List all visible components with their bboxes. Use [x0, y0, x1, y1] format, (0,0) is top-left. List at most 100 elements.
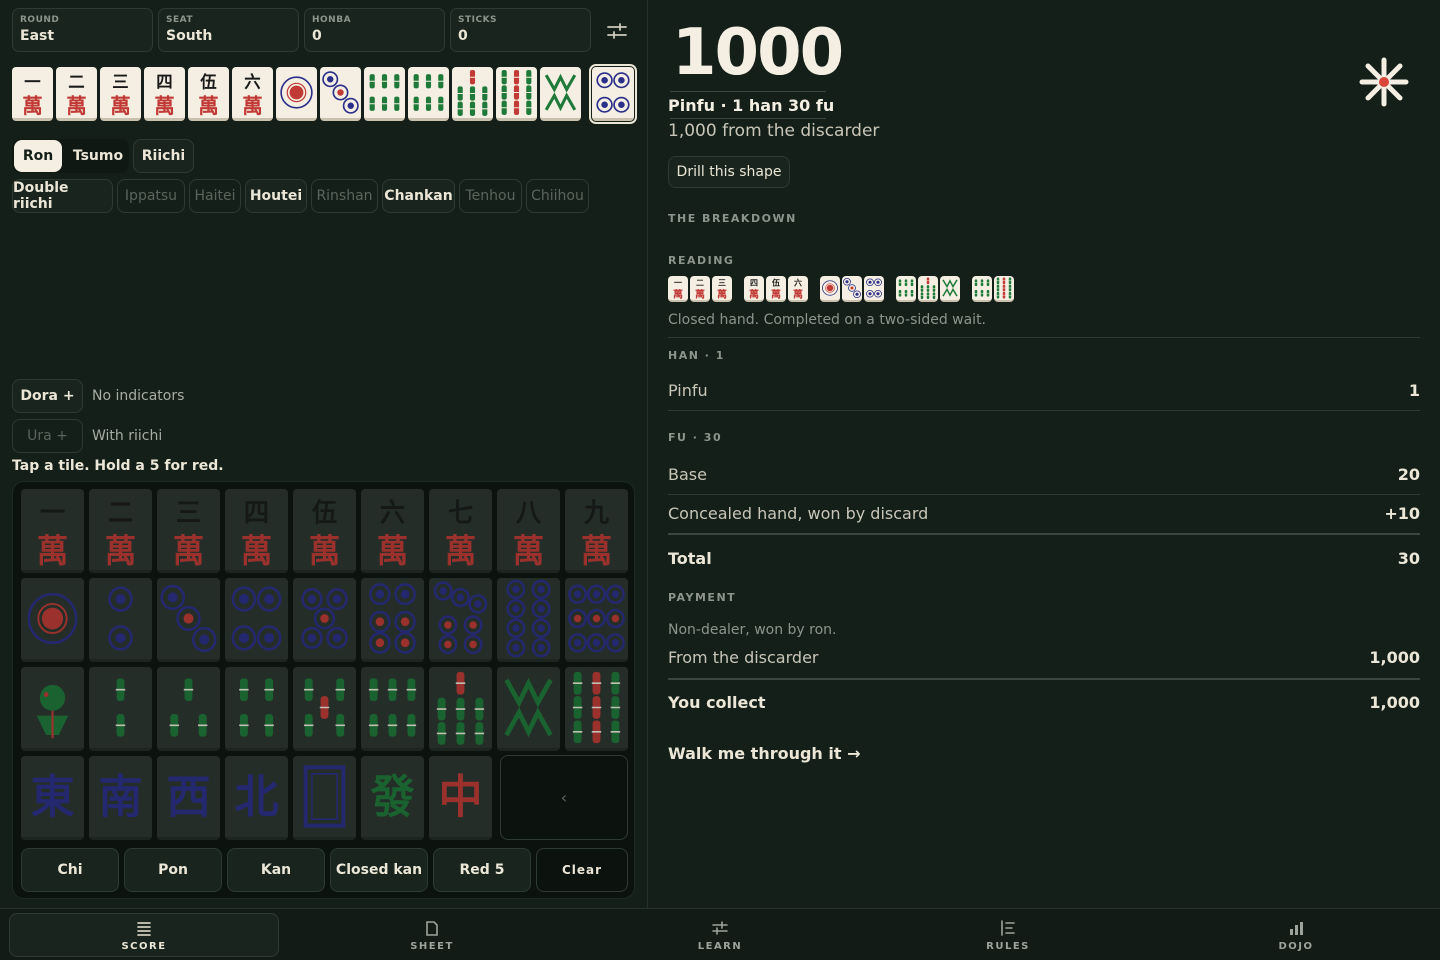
walkthrough-link[interactable]: Walk me through it → [668, 744, 861, 763]
yaku-toggle[interactable]: Chiihou [526, 179, 589, 213]
yaku-toggle[interactable]: Tenhou [459, 179, 522, 213]
ura-add-button[interactable]: Ura + [12, 419, 83, 453]
pad-tile[interactable] [361, 667, 424, 751]
fu-total-value: 30 [1397, 548, 1420, 568]
hand-tile[interactable]: 伍萬 [188, 67, 229, 121]
pad-tile[interactable]: 七萬 [429, 489, 492, 573]
pad-tile[interactable]: 東 [21, 756, 84, 840]
seat-selector[interactable]: SEAT South [158, 8, 299, 52]
svg-text:萬: 萬 [66, 94, 86, 118]
sticks-selector[interactable]: STICKS 0 [450, 8, 591, 52]
yaku-toggle[interactable]: Rinshan [311, 179, 378, 213]
pad-tile[interactable]: 發 [361, 756, 424, 840]
pad-tile[interactable] [21, 667, 84, 751]
pad-tile[interactable] [429, 578, 492, 662]
ron-button[interactable]: Ron [14, 140, 62, 172]
action-button[interactable]: Chi [21, 848, 119, 892]
action-button[interactable]: Kan [227, 848, 325, 892]
round-selector[interactable]: ROUND East [12, 8, 153, 52]
pad-tile[interactable] [225, 578, 288, 662]
pad-tile[interactable] [361, 578, 424, 662]
tile-face-m6: 六萬 [242, 72, 262, 117]
pad-tile[interactable] [89, 667, 152, 751]
drill-button[interactable]: Drill this shape [668, 156, 790, 188]
nav-rules[interactable]: RULES [873, 913, 1143, 957]
pad-tile[interactable] [497, 578, 560, 662]
backspace-button[interactable]: ‹ [500, 755, 628, 840]
hand-tile[interactable] [408, 67, 449, 121]
payment-value: 1,000 [1369, 647, 1420, 667]
learn-icon [712, 920, 728, 935]
tile-face-s2 [115, 678, 126, 737]
dora-add-button[interactable]: Dora + [12, 379, 83, 413]
pad-tile[interactable] [565, 578, 628, 662]
pad-tile[interactable] [157, 667, 220, 751]
hand-tile[interactable]: 一萬 [12, 67, 53, 121]
pad-tile[interactable]: 四萬 [225, 489, 288, 573]
breakdown-title: THE BREAKDOWN [668, 212, 797, 225]
pad-tile[interactable] [429, 667, 492, 751]
pad-tile[interactable]: 伍萬 [293, 489, 356, 573]
nav-dojo[interactable]: DOJO [1161, 913, 1431, 957]
pad-tile[interactable]: 北 [225, 756, 288, 840]
hand-tile[interactable] [320, 67, 361, 121]
pad-tile[interactable] [293, 667, 356, 751]
nav-score[interactable]: SCORE [9, 913, 279, 957]
hand-tile[interactable]: 三萬 [100, 67, 141, 121]
action-button[interactable]: Clear [536, 848, 628, 892]
tsumo-button[interactable]: Tsumo [68, 140, 128, 172]
yaku-toggle[interactable]: Ippatsu [117, 179, 185, 213]
svg-text:萬: 萬 [717, 288, 727, 300]
yaku-toggle[interactable]: Chankan [382, 179, 455, 213]
pad-tile[interactable] [293, 578, 356, 662]
hand-tile[interactable]: 四萬 [144, 67, 185, 121]
pad-tile[interactable] [21, 578, 84, 662]
hand-tile[interactable] [452, 67, 493, 121]
pad-tile[interactable] [89, 578, 152, 662]
yaku-toggle[interactable]: Haitei [189, 179, 241, 213]
pad-tile[interactable] [157, 578, 220, 662]
pad-tile[interactable] [293, 756, 356, 840]
hand-tile[interactable] [496, 67, 537, 121]
nav-sheet[interactable]: SHEET [297, 913, 567, 957]
pad-tile[interactable] [565, 667, 628, 751]
nav-learn[interactable]: LEARN [585, 913, 855, 957]
hand-tile[interactable]: 六萬 [232, 67, 273, 121]
payment-title: PAYMENT [668, 591, 737, 604]
svg-text:發: 發 [369, 770, 414, 824]
divider [668, 494, 1420, 495]
pad-tile[interactable]: 中 [429, 756, 492, 840]
svg-text:萬: 萬 [105, 531, 136, 570]
hand-tile[interactable] [540, 67, 581, 121]
fu-label: Base [668, 464, 707, 484]
tile-face-s8 [504, 677, 553, 738]
action-button[interactable]: Pon [124, 848, 222, 892]
pad-tile[interactable] [225, 667, 288, 751]
action-button[interactable]: Red 5 [433, 848, 531, 892]
hand-tile[interactable] [364, 67, 405, 121]
han-row-pinfu: Pinfu 1 [668, 378, 1420, 402]
sliders-icon[interactable] [605, 20, 629, 42]
pad-tile[interactable]: 三萬 [157, 489, 220, 573]
pad-tile[interactable]: 南 [89, 756, 152, 840]
svg-text:八: 八 [516, 498, 542, 528]
riichi-button[interactable]: Riichi [133, 139, 194, 173]
pad-tile[interactable]: 西 [157, 756, 220, 840]
svg-text:萬: 萬 [445, 531, 476, 570]
honba-selector[interactable]: HONBA 0 [304, 8, 445, 52]
hand-tile[interactable] [276, 67, 317, 121]
nav-label: SHEET [410, 940, 454, 952]
yaku-toggle[interactable]: Double riichi [12, 179, 113, 213]
yaku-toggle[interactable]: Houtei [245, 179, 307, 213]
pad-tile[interactable]: 九萬 [565, 489, 628, 573]
action-button[interactable]: Closed kan [330, 848, 428, 892]
pad-tile[interactable]: 一萬 [21, 489, 84, 573]
hand-tile[interactable]: 二萬 [56, 67, 97, 121]
pad-tile[interactable]: 八萬 [497, 489, 560, 573]
pad-tile[interactable]: 二萬 [89, 489, 152, 573]
honba-value: 0 [312, 28, 322, 44]
winning-tile[interactable] [589, 64, 637, 124]
score-value: 1000 [672, 16, 844, 90]
pad-tile[interactable]: 六萬 [361, 489, 424, 573]
pad-tile[interactable] [497, 667, 560, 751]
